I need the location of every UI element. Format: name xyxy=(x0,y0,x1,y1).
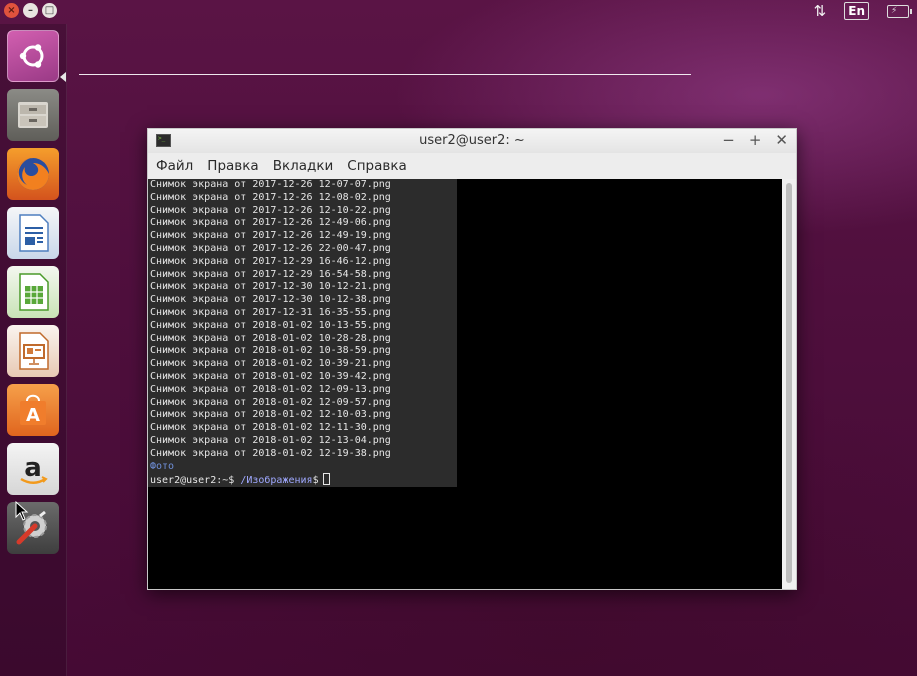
prompt-path: /Изображения xyxy=(240,475,313,487)
terminal-line: Снимок экрана от 2018-01-02 10-39-42.png xyxy=(150,370,391,382)
svg-text:A: A xyxy=(26,405,40,426)
terminal-line: Снимок экрана от 2018-01-02 12-10-03.png xyxy=(150,409,391,421)
scrollbar-thumb[interactable] xyxy=(786,183,792,583)
file-cabinet-icon[interactable] xyxy=(7,89,59,141)
ubuntu-logo-icon[interactable] xyxy=(7,30,59,82)
wallpaper-line xyxy=(79,74,691,75)
terminal-line: Снимок экрана от 2017-12-26 22-00-47.png xyxy=(150,242,391,254)
terminal-line: Снимок экрана от 2017-12-31 16-35-55.png xyxy=(150,306,391,318)
terminal-line: Снимок экрана от 2018-01-02 12-09-13.png xyxy=(150,383,391,395)
active-indicator-icon xyxy=(60,72,66,82)
minimize-icon[interactable]: − xyxy=(722,131,735,149)
terminal-line: Снимок экрана от 2017-12-29 16-54-58.png xyxy=(150,268,391,280)
network-updown-icon[interactable]: ⇅ xyxy=(814,2,827,20)
terminal-window-controls: − + ✕ xyxy=(722,131,788,149)
scrollbar[interactable] xyxy=(782,179,796,589)
language-indicator[interactable]: En xyxy=(844,2,869,20)
prompt-suffix: $ xyxy=(312,475,319,487)
menu-file[interactable]: Файл xyxy=(156,158,193,174)
terminal-line: Снимок экрана от 2017-12-30 10-12-38.png xyxy=(150,294,391,306)
terminal-line: Снимок экрана от 2017-12-26 12-49-06.png xyxy=(150,217,391,229)
terminal-line: Снимок экрана от 2018-01-02 10-39-21.png xyxy=(150,358,391,370)
writer-icon[interactable] xyxy=(7,207,59,259)
terminal-output[interactable]: Снимок экрана от 2017-12-26 12-07-07.png… xyxy=(148,179,782,589)
terminal-line: Снимок экрана от 2017-12-26 12-07-07.png xyxy=(150,179,391,190)
text-cursor xyxy=(322,473,330,486)
amazon-icon[interactable]: a xyxy=(7,443,59,495)
prompt-user-host: user2@user2:~$ xyxy=(150,475,241,487)
title-bar[interactable]: user2@user2: ~ − + ✕ xyxy=(148,129,796,153)
terminal-lines: Снимок экрана от 2017-12-26 12-07-07.png… xyxy=(150,179,391,488)
window-controls: × – □ xyxy=(4,3,57,18)
firefox-icon[interactable] xyxy=(7,148,59,200)
terminal-line: Снимок экрана от 2018-01-02 12-13-04.png xyxy=(150,434,391,446)
menu-bar: Файл Правка Вкладки Справка xyxy=(148,153,796,180)
minimize-icon[interactable]: – xyxy=(23,3,38,18)
terminal-line: Снимок экрана от 2017-12-29 16-46-12.png xyxy=(150,255,391,267)
window-title: user2@user2: ~ xyxy=(419,133,525,148)
terminal-line: Снимок экрана от 2018-01-02 10-13-55.png xyxy=(150,319,391,331)
terminal-line: Снимок экрана от 2018-01-02 10-28-28.png xyxy=(150,332,391,344)
maximize-icon[interactable]: □ xyxy=(42,3,57,18)
terminal-line: Снимок экрана от 2018-01-02 12-09-57.png xyxy=(150,396,391,408)
terminal-line: Снимок экрана от 2017-12-26 12-49-19.png xyxy=(150,230,391,242)
calc-icon[interactable] xyxy=(7,266,59,318)
impress-icon[interactable] xyxy=(7,325,59,377)
menu-edit[interactable]: Правка xyxy=(207,158,258,174)
system-tray: ⇅ En ⚡ xyxy=(814,2,912,20)
svg-text:a: a xyxy=(24,453,42,483)
close-icon[interactable]: × xyxy=(4,3,19,18)
store-bag-icon[interactable]: A xyxy=(7,384,59,436)
terminal-folder-entry: Фото xyxy=(150,460,175,472)
battery-charging-icon[interactable]: ⚡ xyxy=(887,4,912,18)
close-icon[interactable]: ✕ xyxy=(775,131,788,149)
terminal-window[interactable]: user2@user2: ~ − + ✕ Файл Правка Вкладки… xyxy=(147,128,797,590)
menu-tabs[interactable]: Вкладки xyxy=(273,158,334,174)
terminal-line: Снимок экрана от 2017-12-30 10-12-21.png xyxy=(150,281,391,293)
terminal-line: Снимок экрана от 2017-12-26 12-10-22.png xyxy=(150,204,391,216)
terminal-line: Снимок экрана от 2018-01-02 10-38-59.png xyxy=(150,345,391,357)
terminal-prompt[interactable]: user2@user2:~$ /Изображения$ xyxy=(150,473,391,488)
menu-help[interactable]: Справка xyxy=(347,158,406,174)
terminal-line: Снимок экрана от 2018-01-02 12-19-38.png xyxy=(150,447,391,459)
terminal-line: Снимок экрана от 2017-12-26 12-08-02.png xyxy=(150,191,391,203)
terminal-line: Снимок экрана от 2018-01-02 12-11-30.png xyxy=(150,422,391,434)
mouse-cursor-icon xyxy=(15,501,29,521)
maximize-icon[interactable]: + xyxy=(749,131,762,149)
launcher: A a xyxy=(0,24,67,676)
